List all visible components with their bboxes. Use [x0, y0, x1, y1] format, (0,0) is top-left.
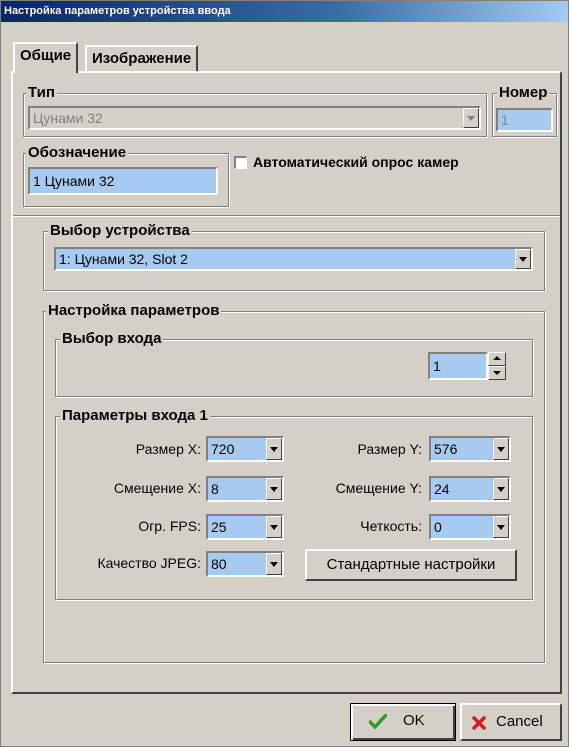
auto-poll-label: Автоматический опрос камер	[253, 154, 459, 170]
ok-button[interactable]: OK	[350, 703, 456, 741]
spin-down-icon[interactable]	[488, 366, 506, 380]
device-select[interactable]: 1: Цунами 32, Slot 2	[54, 247, 533, 271]
spin-up-icon[interactable]	[488, 352, 506, 366]
params-group: Настройка параметров Выбор входа 1 Парам…	[43, 302, 545, 663]
size-x-label: Размер X:	[135, 441, 201, 457]
auto-poll-checkbox[interactable]	[234, 156, 247, 169]
device-select-group: Выбор устройства 1: Цунами 32, Slot 2	[43, 222, 545, 291]
chevron-down-icon	[463, 108, 479, 128]
designation-group: Обозначение 1 Цунами 32	[23, 144, 229, 207]
offset-y-value: 24	[434, 481, 450, 497]
offset-y-select[interactable]: 24	[429, 476, 511, 502]
device-select-value: 1: Цунами 32, Slot 2	[59, 251, 188, 267]
device-select-label: Выбор устройства	[48, 222, 192, 240]
sharpness-value: 0	[434, 519, 442, 535]
fps-value: 25	[211, 519, 227, 535]
chevron-down-icon[interactable]	[493, 478, 509, 500]
input-select-label: Выбор входа	[60, 330, 164, 348]
input-params-label: Параметры входа 1	[60, 407, 210, 425]
type-group: Тип Цунами 32	[23, 84, 487, 137]
input-number-spinner[interactable]	[488, 352, 506, 380]
size-y-label: Размер Y:	[357, 441, 422, 457]
cancel-button[interactable]: Cancel	[460, 703, 562, 741]
chevron-down-icon[interactable]	[493, 516, 509, 538]
designation-input[interactable]: 1 Цунами 32	[28, 167, 218, 195]
jpeg-quality-label: Качество JPEG:	[97, 555, 201, 571]
offset-y-label: Смещение Y:	[335, 480, 422, 496]
size-y-value: 576	[434, 441, 458, 457]
jpeg-quality-value: 80	[211, 556, 227, 572]
number-group-label: Номер	[497, 84, 550, 102]
type-group-label: Тип	[26, 84, 57, 102]
number-group: Номер 1	[492, 84, 557, 137]
size-x-select[interactable]: 720	[206, 436, 284, 462]
designation-group-label: Обозначение	[26, 144, 129, 162]
type-select-value: Цунами 32	[33, 110, 103, 126]
chevron-down-icon[interactable]	[266, 478, 282, 500]
offset-x-select[interactable]: 8	[206, 476, 284, 502]
jpeg-quality-select[interactable]: 80	[206, 551, 284, 577]
check-icon	[368, 713, 388, 730]
input-params-group: Параметры входа 1 Размер X: 720 Размер Y…	[55, 407, 533, 600]
params-group-label: Настройка параметров	[46, 302, 222, 320]
number-field: 1	[496, 108, 553, 132]
type-select: Цунами 32	[28, 106, 481, 130]
fps-label: Огр. FPS:	[138, 518, 201, 534]
offset-x-value: 8	[211, 481, 219, 497]
input-number-field[interactable]: 1	[428, 352, 488, 380]
title-bar: Настройка параметров устройства ввода	[1, 1, 568, 22]
chevron-down-icon[interactable]	[266, 516, 282, 538]
tab-general[interactable]: Общие	[13, 42, 79, 73]
size-y-select[interactable]: 576	[429, 436, 511, 462]
chevron-down-icon[interactable]	[493, 438, 509, 460]
sharpness-label: Четкость:	[360, 518, 422, 534]
input-select-group: Выбор входа 1	[55, 330, 533, 397]
fps-select[interactable]: 25	[206, 514, 284, 540]
default-settings-button[interactable]: Стандартные настройки	[305, 549, 517, 581]
chevron-down-icon[interactable]	[266, 438, 282, 460]
offset-x-label: Смещение X:	[113, 480, 201, 496]
tab-image[interactable]: Изображение	[85, 45, 199, 71]
chevron-down-icon[interactable]	[515, 249, 531, 269]
cancel-label: Cancel	[496, 713, 543, 730]
sharpness-select[interactable]: 0	[429, 514, 511, 540]
dialog-window: Настройка параметров устройства ввода Об…	[0, 0, 569, 747]
ok-label: OK	[403, 712, 425, 729]
chevron-down-icon[interactable]	[266, 553, 282, 575]
tab-panel-general: Тип Цунами 32 Номер 1 Обозначение 1 Цуна…	[11, 71, 562, 694]
close-icon	[472, 716, 486, 730]
size-x-value: 720	[211, 441, 235, 457]
divider	[13, 215, 560, 217]
